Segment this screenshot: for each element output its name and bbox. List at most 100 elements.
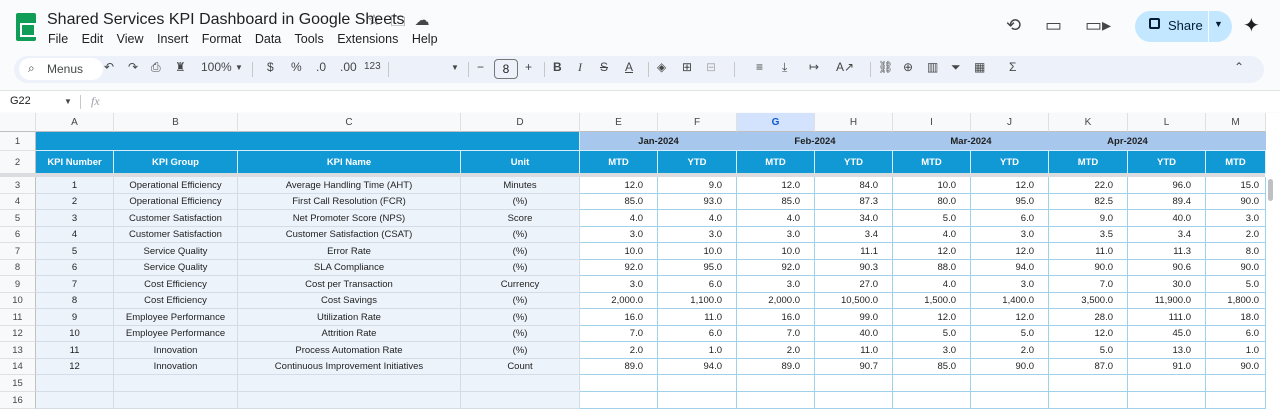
row-header-5[interactable]: 5 bbox=[0, 210, 36, 227]
value-cell[interactable]: 18.0 bbox=[1206, 309, 1266, 326]
value-cell[interactable]: 7.0 bbox=[737, 326, 815, 342]
value-cell[interactable]: 3.0 bbox=[737, 276, 815, 293]
empty-cell[interactable] bbox=[658, 392, 737, 409]
value-cell[interactable]: 2.0 bbox=[1206, 227, 1266, 243]
value-cell[interactable]: 30.0 bbox=[1128, 276, 1206, 293]
filter-views-icon[interactable]: ▦ bbox=[974, 60, 985, 74]
kpi-group-cell[interactable]: Customer Satisfaction bbox=[114, 227, 238, 243]
kpi-name-cell[interactable]: First Call Resolution (FCR) bbox=[238, 194, 461, 210]
insert-link-icon[interactable]: ⛓ bbox=[878, 60, 893, 74]
value-cell[interactable]: 87.3 bbox=[815, 194, 893, 210]
value-cell[interactable]: 45.0 bbox=[1128, 326, 1206, 342]
value-cell[interactable]: 4.0 bbox=[893, 276, 971, 293]
row-header-3[interactable]: 3 bbox=[0, 177, 36, 194]
empty-cell[interactable] bbox=[1128, 375, 1206, 392]
empty-cell[interactable] bbox=[815, 375, 893, 392]
bold-button[interactable]: B bbox=[553, 60, 562, 74]
menu-edit[interactable]: Edit bbox=[82, 32, 104, 46]
unit-cell[interactable]: (%) bbox=[461, 243, 580, 260]
value-cell[interactable]: 7.0 bbox=[580, 326, 658, 342]
insert-chart-icon[interactable]: ▥ bbox=[927, 60, 938, 74]
kpi-name-cell[interactable]: Attrition Rate bbox=[238, 326, 461, 342]
row-header-9[interactable]: 9 bbox=[0, 276, 36, 293]
value-cell[interactable]: 6.0 bbox=[658, 276, 737, 293]
empty-cell[interactable] bbox=[114, 392, 238, 409]
value-cell[interactable]: 6.0 bbox=[1206, 326, 1266, 342]
value-cell[interactable]: 85.0 bbox=[580, 194, 658, 210]
value-cell[interactable]: 90.0 bbox=[1206, 194, 1266, 210]
value-cell[interactable]: 6.0 bbox=[658, 326, 737, 342]
row-header-15[interactable]: 15 bbox=[0, 375, 36, 392]
value-cell[interactable]: 90.3 bbox=[815, 260, 893, 276]
text-wrapping-icon[interactable]: ↦ bbox=[809, 60, 819, 74]
kpi-group-cell[interactable]: Innovation bbox=[114, 359, 238, 375]
menu-data[interactable]: Data bbox=[255, 32, 281, 46]
empty-cell[interactable] bbox=[893, 375, 971, 392]
kpi-group-cell[interactable]: Cost Efficiency bbox=[114, 276, 238, 293]
value-cell[interactable]: 91.0 bbox=[1128, 359, 1206, 375]
unit-cell[interactable]: (%) bbox=[461, 293, 580, 309]
value-cell[interactable]: 9.0 bbox=[658, 177, 737, 194]
value-cell[interactable]: 22.0 bbox=[1049, 177, 1128, 194]
column-header-g[interactable]: G bbox=[737, 113, 815, 132]
italic-button[interactable]: I bbox=[578, 60, 582, 75]
kpi-number-cell[interactable]: 6 bbox=[36, 260, 114, 276]
row-header-11[interactable]: 11 bbox=[0, 309, 36, 326]
kpi-number-cell[interactable]: 2 bbox=[36, 194, 114, 210]
unit-cell[interactable]: Currency bbox=[461, 276, 580, 293]
menu-extensions[interactable]: Extensions bbox=[337, 32, 398, 46]
value-cell[interactable]: 2.0 bbox=[971, 342, 1049, 359]
value-cell[interactable]: 3.0 bbox=[971, 227, 1049, 243]
value-cell[interactable]: 3.4 bbox=[1128, 227, 1206, 243]
value-cell[interactable]: 1,800.0 bbox=[1206, 293, 1266, 309]
row-header-14[interactable]: 14 bbox=[0, 359, 36, 375]
name-box-chevron-icon[interactable]: ▼ bbox=[64, 97, 72, 106]
kpi-number-cell[interactable]: 1 bbox=[36, 177, 114, 194]
share-button[interactable]: Share ▼ bbox=[1135, 11, 1232, 42]
vertical-align-icon[interactable]: ⤓ bbox=[782, 60, 787, 75]
empty-cell[interactable] bbox=[238, 392, 461, 409]
value-cell[interactable]: 2.0 bbox=[737, 342, 815, 359]
empty-cell[interactable] bbox=[658, 375, 737, 392]
kpi-group-cell[interactable]: Customer Satisfaction bbox=[114, 210, 238, 227]
column-header-k[interactable]: K bbox=[1049, 113, 1128, 132]
value-cell[interactable]: 85.0 bbox=[737, 194, 815, 210]
value-cell[interactable]: 2,000.0 bbox=[737, 293, 815, 309]
value-cell[interactable]: 90.0 bbox=[1049, 260, 1128, 276]
gemini-sparkle-icon[interactable]: ✦ bbox=[1243, 13, 1260, 38]
value-cell[interactable]: 85.0 bbox=[893, 359, 971, 375]
currency-format-button[interactable]: $ bbox=[267, 60, 274, 74]
value-cell[interactable]: 1,500.0 bbox=[893, 293, 971, 309]
menu-help[interactable]: Help bbox=[412, 32, 438, 46]
value-cell[interactable]: 5.0 bbox=[1206, 276, 1266, 293]
merge-cells-icon[interactable]: ⊟ bbox=[706, 60, 716, 74]
value-cell[interactable]: 90.0 bbox=[1206, 359, 1266, 375]
empty-cell[interactable] bbox=[1206, 392, 1266, 409]
kpi-name-cell[interactable]: Cost per Transaction bbox=[238, 276, 461, 293]
column-header-j[interactable]: J bbox=[971, 113, 1049, 132]
kpi-number-cell[interactable]: 8 bbox=[36, 293, 114, 309]
value-cell[interactable]: 88.0 bbox=[893, 260, 971, 276]
empty-cell[interactable] bbox=[36, 375, 114, 392]
column-header-l[interactable]: L bbox=[1128, 113, 1206, 132]
value-cell[interactable]: 10.0 bbox=[580, 243, 658, 260]
value-cell[interactable]: 4.0 bbox=[737, 210, 815, 227]
row-header-10[interactable]: 10 bbox=[0, 293, 36, 309]
more-formats-button[interactable]: 123 bbox=[364, 61, 381, 72]
sheets-logo-icon[interactable] bbox=[16, 13, 36, 41]
empty-cell[interactable] bbox=[1049, 392, 1128, 409]
value-cell[interactable]: 3,500.0 bbox=[1049, 293, 1128, 309]
insert-comment-icon[interactable]: ⊕ bbox=[903, 60, 913, 74]
document-title[interactable]: Shared Services KPI Dashboard in Google … bbox=[47, 11, 405, 29]
font-size-input[interactable]: 8 bbox=[494, 59, 518, 79]
kpi-number-cell[interactable]: 11 bbox=[36, 342, 114, 359]
kpi-number-cell[interactable]: 5 bbox=[36, 243, 114, 260]
value-cell[interactable]: 34.0 bbox=[815, 210, 893, 227]
value-cell[interactable]: 12.0 bbox=[737, 177, 815, 194]
collapse-toolbar-icon[interactable]: ⌃ bbox=[1234, 60, 1244, 74]
unit-cell[interactable]: (%) bbox=[461, 326, 580, 342]
value-cell[interactable]: 3.0 bbox=[893, 342, 971, 359]
value-cell[interactable]: 9.0 bbox=[1049, 210, 1128, 227]
value-cell[interactable]: 3.0 bbox=[1206, 210, 1266, 227]
value-cell[interactable]: 5.0 bbox=[893, 210, 971, 227]
